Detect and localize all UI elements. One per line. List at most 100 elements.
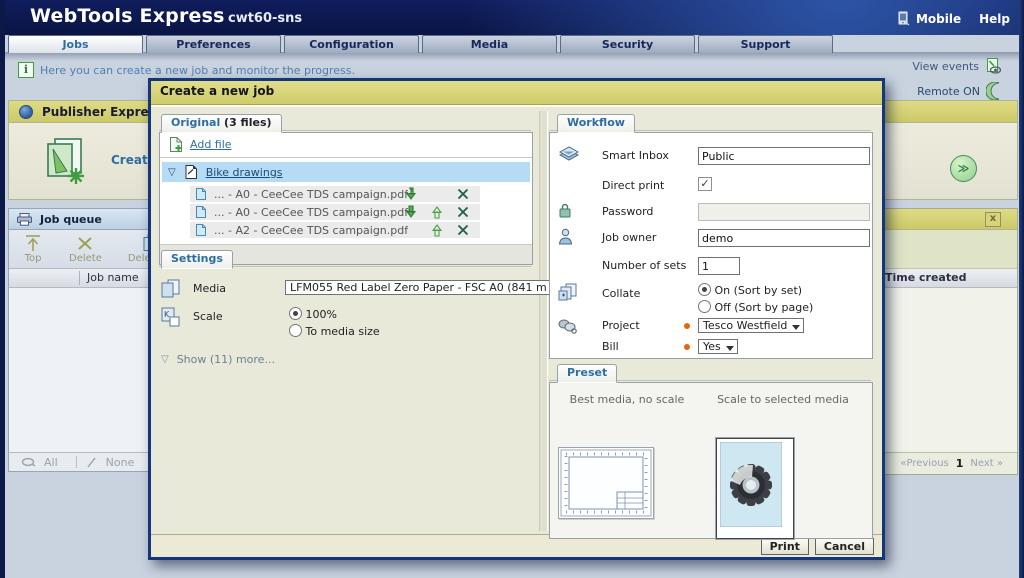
file-icon xyxy=(196,188,206,200)
file-icon xyxy=(196,206,206,218)
main-tabstrip: Jobs Preferences Configuration Media Sec… xyxy=(8,35,833,52)
drawings-icon xyxy=(185,165,197,179)
file-group-row[interactable]: ▽ Bike drawings xyxy=(162,162,530,182)
tab-media[interactable]: Media xyxy=(422,35,557,53)
preset-scale-thumbnail[interactable] xyxy=(716,438,794,539)
collate-label: Collate xyxy=(602,287,640,300)
password-label: Password xyxy=(602,205,653,218)
smart-inbox-input[interactable] xyxy=(698,147,870,165)
show-more-link[interactable]: ▽ Show (11) more... xyxy=(161,353,275,366)
project-select[interactable]: Tesco Westfield xyxy=(698,318,804,333)
top-button[interactable]: Top xyxy=(23,230,43,264)
direct-print-checkbox[interactable]: ✓ xyxy=(698,177,712,191)
previous-page-link[interactable]: «Previous xyxy=(900,458,948,469)
job-owner-input[interactable] xyxy=(698,229,870,247)
direct-print-row: Direct print ✓ xyxy=(550,177,872,197)
remove-file-icon[interactable] xyxy=(456,187,470,201)
remove-file-icon[interactable] xyxy=(456,223,470,237)
print-button[interactable]: Print xyxy=(761,538,809,555)
info-message: Here you can create a new job and monito… xyxy=(40,64,355,77)
tab-preset[interactable]: Preset xyxy=(557,364,617,383)
number-of-sets-input[interactable] xyxy=(698,257,740,275)
view-events-link[interactable]: View events xyxy=(912,58,1002,75)
scale-to-media-label: To media size xyxy=(306,325,380,338)
mobile-icon xyxy=(897,11,910,26)
file-row: ... - A2 - CeeCee TDS campaign.pdf xyxy=(190,222,480,238)
collate-on-radio[interactable] xyxy=(698,283,711,296)
chevron-right-icon: ≫ xyxy=(958,162,970,175)
preset-best-media-thumbnail[interactable] xyxy=(558,447,654,519)
required-indicator xyxy=(684,344,690,350)
svg-text:K: K xyxy=(164,310,170,319)
move-down-icon[interactable] xyxy=(404,205,418,219)
original-file-count: (3 files) xyxy=(220,116,271,129)
project-select-value: Tesco Westfield xyxy=(703,319,787,332)
number-of-sets-row: Number of sets xyxy=(550,257,872,277)
mobile-link[interactable]: Mobile xyxy=(897,11,961,26)
remove-file-icon[interactable] xyxy=(456,205,470,219)
project-label: Project xyxy=(602,319,640,332)
password-input[interactable] xyxy=(698,203,870,221)
tab-configuration[interactable]: Configuration xyxy=(284,35,419,53)
cancel-button[interactable]: Cancel xyxy=(815,538,874,555)
workflow-box: Smart Inbox Direct print ✓ Password xyxy=(549,132,873,359)
file-row: ... - A0 - CeeCee TDS campaign.pdf xyxy=(190,204,480,220)
job-name-column-header[interactable]: Job name xyxy=(87,271,139,284)
time-created-column-header[interactable]: Time created xyxy=(885,271,966,284)
file-group-name[interactable]: Bike drawings xyxy=(206,166,283,179)
add-file-row: Add file xyxy=(160,133,532,158)
close-icon[interactable]: x xyxy=(985,212,1001,227)
top-banner: WebTools Express cwt60-sns Mobile Help xyxy=(0,0,1024,35)
bill-select[interactable]: Yes xyxy=(698,339,738,354)
job-owner-row: Job owner xyxy=(550,229,872,249)
collate-row: Collate On (Sort by set) Off (Sort by pa… xyxy=(550,281,872,315)
help-link[interactable]: Help xyxy=(979,12,1010,26)
mobile-label: Mobile xyxy=(916,12,961,26)
move-down-icon[interactable] xyxy=(404,187,418,201)
password-row: Password xyxy=(550,203,872,223)
add-file-label: Add file xyxy=(190,138,232,151)
select-all-label[interactable]: All xyxy=(44,456,58,469)
tab-original[interactable]: Original (3 files) xyxy=(161,114,282,133)
tab-settings[interactable]: Settings xyxy=(161,250,233,269)
move-up-icon[interactable] xyxy=(430,223,444,237)
collate-off-radio[interactable] xyxy=(698,300,711,313)
bill-label: Bill xyxy=(602,340,619,353)
publisher-dot-icon xyxy=(19,105,33,119)
banner-links: Mobile Help xyxy=(897,11,1010,26)
preset-scale-label: Scale to selected media xyxy=(708,393,858,406)
tab-workflow[interactable]: Workflow xyxy=(557,114,635,133)
gear-image xyxy=(720,442,782,527)
scale-to-media-radio[interactable] xyxy=(289,324,302,337)
original-file-box: Add file ▽ Bike drawings xyxy=(159,132,533,265)
file-row: ... - A0 - CeeCee TDS campaign.pdf xyxy=(190,186,480,202)
file-name: ... - A0 - CeeCee TDS campaign.pdf xyxy=(214,188,408,201)
sets-label: Number of sets xyxy=(602,259,686,272)
move-up-icon[interactable] xyxy=(430,205,444,219)
media-select[interactable]: LFM055 Red Label Zero Paper - FSC A0 (84… xyxy=(285,280,564,295)
add-file-link[interactable]: Add file xyxy=(169,137,232,152)
settings-tab-label: Settings xyxy=(171,252,223,265)
app-window: WebTools Express cwt60-sns Mobile Help J… xyxy=(0,0,1024,578)
remote-label: Remote ON xyxy=(917,85,980,98)
tab-jobs[interactable]: Jobs xyxy=(8,35,143,53)
next-circle-button[interactable]: ≫ xyxy=(950,155,977,182)
next-page-link[interactable]: Next » xyxy=(970,458,1003,469)
select-none-label[interactable]: None xyxy=(106,456,135,469)
user-icon xyxy=(558,228,573,245)
direct-print-label: Direct print xyxy=(602,179,664,192)
job-queue-title: Job queue xyxy=(40,213,102,226)
tab-support[interactable]: Support xyxy=(698,35,833,53)
media-select-value: LFM055 Red Label Zero Paper - FSC A0 (84… xyxy=(290,281,547,294)
remote-status: Remote ON xyxy=(917,82,1002,100)
job-owner-label: Job owner xyxy=(602,231,656,244)
delete-button[interactable]: Delete xyxy=(69,230,102,264)
chevron-down-icon xyxy=(726,346,734,351)
project-row: Project Tesco Westfield xyxy=(550,317,872,337)
file-name: ... - A0 - CeeCee TDS campaign.pdf xyxy=(214,206,408,219)
scale-100-radio[interactable] xyxy=(289,307,302,320)
tab-security[interactable]: Security xyxy=(560,35,695,53)
tab-preferences[interactable]: Preferences xyxy=(146,35,281,53)
expander-icon: ▽ xyxy=(161,354,169,365)
collapse-expander-icon[interactable]: ▽ xyxy=(168,167,176,178)
